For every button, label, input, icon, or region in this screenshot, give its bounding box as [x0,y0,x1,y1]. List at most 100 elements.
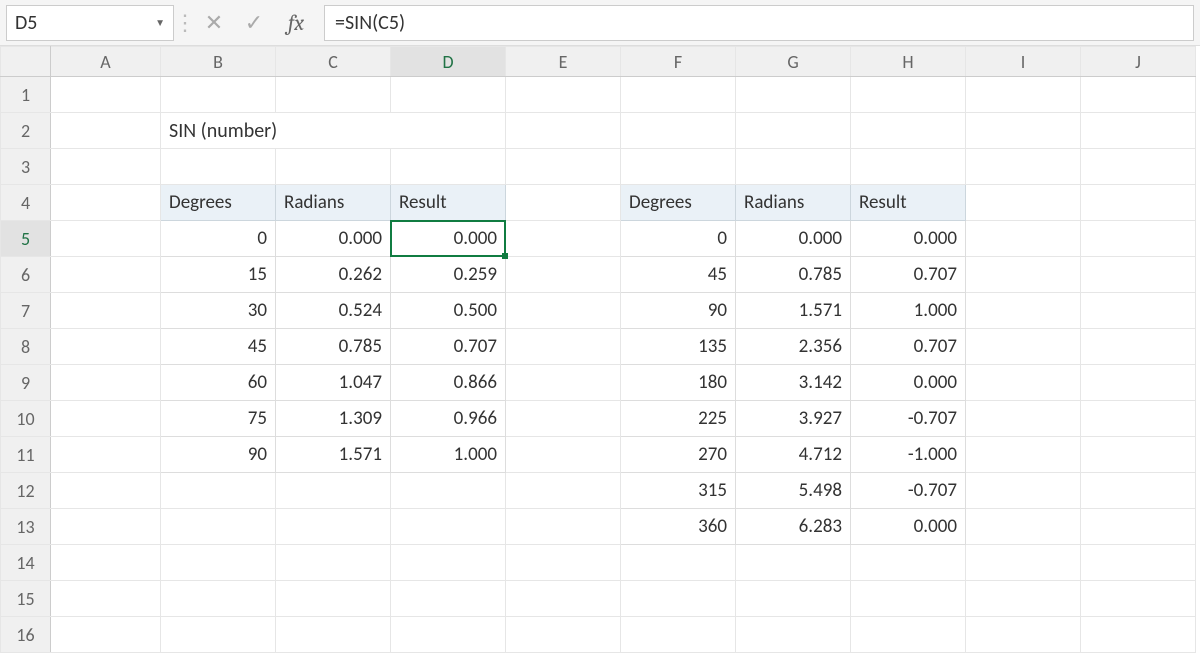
cell[interactable] [276,545,391,581]
cell[interactable] [391,545,506,581]
row-header-15[interactable]: 15 [1,581,51,617]
enter-formula-button[interactable]: ✓ [234,3,274,43]
cell[interactable] [1081,545,1196,581]
cell-H12[interactable]: -0.707 [851,473,966,509]
cell[interactable] [51,617,161,653]
col-header-C[interactable]: C [276,47,391,77]
row-header-5[interactable]: 5 [1,221,51,257]
row-header-8[interactable]: 8 [1,329,51,365]
cell[interactable] [506,293,621,329]
table1-header-radians[interactable]: Radians [276,185,391,221]
cell[interactable] [1081,77,1196,113]
cell-H6[interactable]: 0.707 [851,257,966,293]
cell[interactable] [506,509,621,545]
cell[interactable] [51,365,161,401]
cell[interactable] [966,581,1081,617]
cell-C7[interactable]: 0.524 [276,293,391,329]
cell-F7[interactable]: 90 [621,293,736,329]
chevron-down-icon[interactable]: ▼ [155,16,165,29]
cell[interactable] [276,149,391,185]
row-header-14[interactable]: 14 [1,545,51,581]
row-header-4[interactable]: 4 [1,185,51,221]
cell[interactable] [1081,185,1196,221]
cell-B7[interactable]: 30 [161,293,276,329]
cell[interactable] [51,509,161,545]
cell[interactable] [966,185,1081,221]
cell[interactable] [966,221,1081,257]
cell-G13[interactable]: 6.283 [736,509,851,545]
cell[interactable] [966,473,1081,509]
cell[interactable] [51,113,161,149]
cell[interactable] [966,113,1081,149]
col-header-E[interactable]: E [506,47,621,77]
col-header-H[interactable]: H [851,47,966,77]
cell[interactable] [966,437,1081,473]
cell-D10[interactable]: 0.966 [391,401,506,437]
cell[interactable] [1081,617,1196,653]
cell[interactable] [1081,581,1196,617]
cell-H13[interactable]: 0.000 [851,509,966,545]
cell[interactable] [736,113,851,149]
cell-C8[interactable]: 0.785 [276,329,391,365]
cell-B10[interactable]: 75 [161,401,276,437]
cell-C9[interactable]: 1.047 [276,365,391,401]
cell-B6[interactable]: 15 [161,257,276,293]
cell[interactable] [851,77,966,113]
cell[interactable] [851,113,966,149]
cell[interactable] [506,401,621,437]
cell-H8[interactable]: 0.707 [851,329,966,365]
cell[interactable] [161,545,276,581]
cell[interactable] [506,113,621,149]
cell[interactable] [1081,509,1196,545]
cell-B9[interactable]: 60 [161,365,276,401]
cell[interactable] [506,473,621,509]
cell[interactable] [506,581,621,617]
cell-F9[interactable]: 180 [621,365,736,401]
cell[interactable] [161,617,276,653]
cell[interactable] [391,617,506,653]
cell-G11[interactable]: 4.712 [736,437,851,473]
cell[interactable] [966,401,1081,437]
cell[interactable] [391,149,506,185]
table2-header-result[interactable]: Result [851,185,966,221]
cell-F12[interactable]: 315 [621,473,736,509]
cell[interactable] [506,257,621,293]
cell-F10[interactable]: 225 [621,401,736,437]
row-header-6[interactable]: 6 [1,257,51,293]
cell[interactable] [161,581,276,617]
cell[interactable] [851,545,966,581]
table1-header-degrees[interactable]: Degrees [161,185,276,221]
cell-H9[interactable]: 0.000 [851,365,966,401]
cell[interactable] [506,329,621,365]
cell[interactable] [161,77,276,113]
cancel-formula-button[interactable]: ✕ [194,3,234,43]
cell[interactable] [621,545,736,581]
cell[interactable] [51,149,161,185]
cell[interactable] [276,509,391,545]
cell-B8[interactable]: 45 [161,329,276,365]
cell[interactable] [51,77,161,113]
cell-H10[interactable]: -0.707 [851,401,966,437]
cell[interactable] [966,509,1081,545]
cell[interactable] [736,545,851,581]
cell[interactable] [966,365,1081,401]
cell[interactable] [1081,329,1196,365]
cell[interactable] [51,185,161,221]
formula-input[interactable]: =SIN(C5) [324,5,1194,41]
cell[interactable] [506,185,621,221]
cell[interactable] [506,365,621,401]
cell[interactable] [966,617,1081,653]
cell-G7[interactable]: 1.571 [736,293,851,329]
col-header-F[interactable]: F [621,47,736,77]
cell[interactable] [276,77,391,113]
row-header-16[interactable]: 16 [1,617,51,653]
cell[interactable] [1081,221,1196,257]
cell-D11[interactable]: 1.000 [391,437,506,473]
cell-G6[interactable]: 0.785 [736,257,851,293]
select-all-corner[interactable] [1,47,51,77]
col-header-A[interactable]: A [51,47,161,77]
cell[interactable] [1081,257,1196,293]
row-header-9[interactable]: 9 [1,365,51,401]
cell-G8[interactable]: 2.356 [736,329,851,365]
cell[interactable] [51,401,161,437]
